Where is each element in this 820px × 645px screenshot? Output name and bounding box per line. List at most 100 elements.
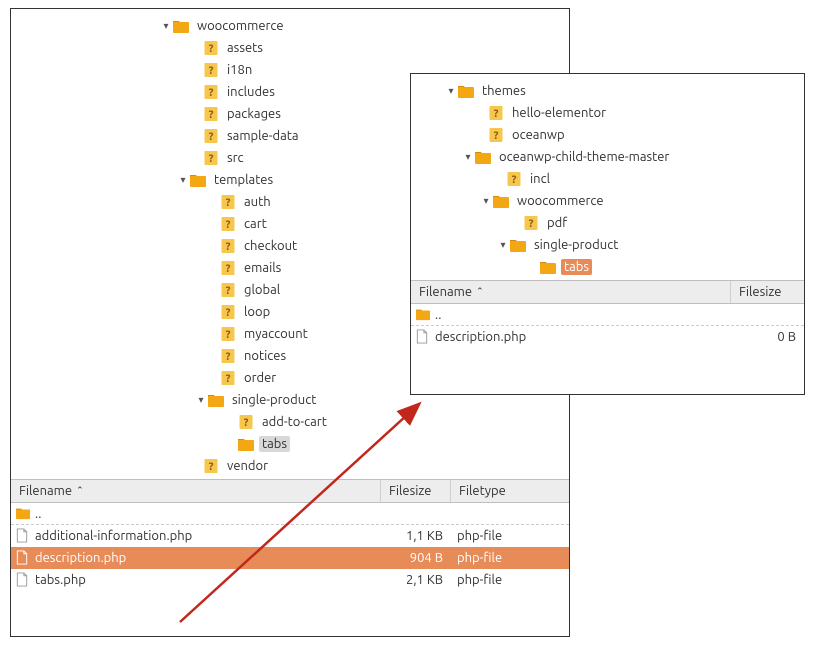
right-tree-view[interactable]: ▾themes?hello-elementor?oceanwp▾oceanwp-… (411, 74, 804, 280)
tree-item-label: single-product (531, 237, 621, 253)
tree-item[interactable]: tabs (15, 433, 565, 455)
svg-text:?: ? (209, 461, 214, 473)
file-icon (15, 550, 31, 566)
file-icon (15, 572, 31, 588)
tree-item-label: pdf (544, 215, 570, 231)
expand-arrow-icon[interactable]: ▾ (160, 20, 172, 32)
tree-item-label: loop (241, 304, 273, 320)
tree-item-label: cart (241, 216, 270, 232)
folder-icon (207, 391, 225, 409)
file-icon (15, 528, 31, 544)
tree-item-label: src (224, 150, 247, 166)
right-column-headers[interactable]: Filename ⌃ Filesize (411, 280, 804, 304)
expand-arrow-icon[interactable]: ▾ (195, 394, 207, 406)
svg-text:?: ? (209, 65, 214, 77)
tree-item[interactable]: ?pdf (415, 212, 800, 234)
folder-icon (15, 506, 31, 522)
svg-text:?: ? (494, 130, 499, 142)
tree-item-label: oceanwp (509, 127, 568, 143)
unknown-icon: ? (522, 214, 540, 232)
file-row[interactable]: description.php0 B (411, 326, 804, 348)
svg-text:?: ? (226, 285, 231, 297)
column-header-filename[interactable]: Filename ⌃ (11, 480, 381, 502)
column-header-label: Filesize (739, 285, 781, 299)
tree-item-label: includes (224, 84, 278, 100)
tree-item[interactable]: ▾woocommerce (415, 190, 800, 212)
tree-item[interactable]: ?incl (415, 168, 800, 190)
tree-item-label: vendor (224, 458, 271, 474)
tree-item-label: hello-elementor (509, 105, 609, 121)
expand-arrow-icon[interactable]: ▾ (177, 174, 189, 186)
tree-item-label: notices (241, 348, 289, 364)
folder-icon (189, 171, 207, 189)
unknown-icon: ? (219, 259, 237, 277)
unknown-icon: ? (202, 61, 220, 79)
file-row[interactable]: .. (11, 503, 569, 525)
file-size: 1,1 KB (381, 529, 451, 543)
folder-icon (509, 236, 527, 254)
tree-item-label: tabs (561, 259, 592, 275)
sort-ascending-icon: ⌃ (76, 485, 84, 496)
folder-icon (492, 192, 510, 210)
expand-arrow-icon[interactable]: ▾ (462, 151, 474, 163)
column-header-label: Filename (19, 484, 72, 498)
svg-text:?: ? (226, 241, 231, 253)
left-file-list[interactable]: ..additional-information.php1,1 KBphp-fi… (11, 503, 569, 591)
tree-item[interactable]: ▾oceanwp-child-theme-master (415, 146, 800, 168)
tree-item[interactable]: ▾themes (415, 80, 800, 102)
tree-item[interactable]: ?assets (15, 37, 565, 59)
svg-text:?: ? (226, 197, 231, 209)
folder-icon (415, 307, 431, 323)
unknown-icon: ? (202, 105, 220, 123)
file-size: 904 B (381, 551, 451, 565)
column-header-filename[interactable]: Filename ⌃ (411, 281, 731, 303)
right-file-list[interactable]: ..description.php0 B (411, 304, 804, 348)
folder-icon (457, 82, 475, 100)
expand-arrow-icon[interactable]: ▾ (445, 85, 457, 97)
unknown-icon: ? (202, 39, 220, 57)
file-type: php-file (451, 529, 569, 543)
svg-text:?: ? (209, 153, 214, 165)
unknown-icon: ? (219, 237, 237, 255)
column-header-label: Filename (419, 285, 472, 299)
column-header-filesize[interactable]: Filesize (731, 281, 804, 303)
svg-text:?: ? (226, 373, 231, 385)
tree-item-label: sample-data (224, 128, 302, 144)
left-column-headers[interactable]: Filename ⌃ FilesizeFiletype (11, 479, 569, 503)
tree-item[interactable]: tabs (415, 256, 800, 278)
tree-item[interactable]: ? add-to-cart (15, 411, 565, 433)
folder-icon (474, 148, 492, 166)
file-row[interactable]: additional-information.php1,1 KBphp-file (11, 525, 569, 547)
unknown-icon: ? (219, 303, 237, 321)
column-header-filesize[interactable]: Filesize (381, 480, 451, 502)
tree-item-label: add-to-cart (259, 414, 330, 430)
tree-item-label: checkout (241, 238, 300, 254)
tree-item-label: i18n (224, 62, 255, 78)
tree-item-label: global (241, 282, 283, 298)
tree-item[interactable]: ? vendor (15, 455, 565, 477)
file-icon (415, 329, 431, 345)
svg-text:?: ? (226, 263, 231, 275)
file-row[interactable]: description.php904 Bphp-file (11, 547, 569, 569)
tree-item[interactable]: ? oceanwp (415, 124, 800, 146)
column-header-filetype[interactable]: Filetype (451, 480, 569, 502)
unknown-icon: ? (202, 83, 220, 101)
tree-item-label: single-product (229, 392, 319, 408)
tree-item-label: auth (241, 194, 274, 210)
tree-item[interactable]: ?hello-elementor (415, 102, 800, 124)
svg-text:?: ? (244, 417, 249, 429)
tree-item-label: templates (211, 172, 276, 188)
file-row[interactable]: tabs.php2,1 KBphp-file (11, 569, 569, 591)
expand-arrow-icon[interactable]: ▾ (480, 195, 492, 207)
tree-item-label: order (241, 370, 279, 386)
file-row[interactable]: .. (411, 304, 804, 326)
svg-text:?: ? (209, 131, 214, 143)
tree-item[interactable]: ▾ single-product (415, 234, 800, 256)
tree-item[interactable]: ▾woocommerce (15, 15, 565, 37)
unknown-icon: ? (505, 170, 523, 188)
folder-icon (172, 17, 190, 35)
tree-item-label: packages (224, 106, 284, 122)
sort-ascending-icon: ⌃ (476, 286, 484, 297)
expand-arrow-icon[interactable]: ▾ (497, 239, 509, 251)
svg-text:?: ? (226, 329, 231, 341)
